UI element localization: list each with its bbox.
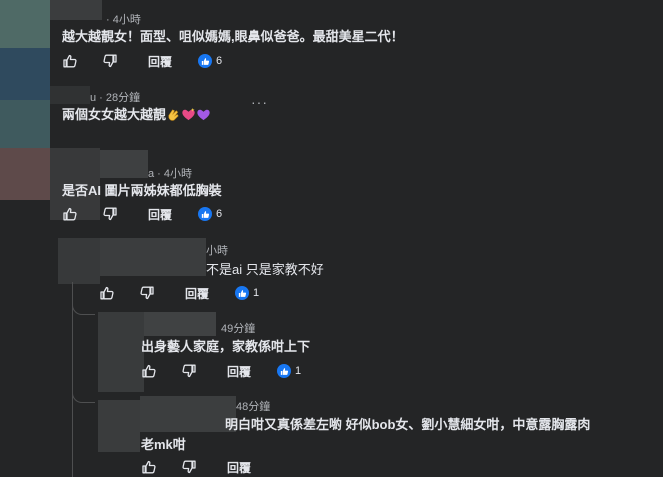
comment-2-author[interactable]: u bbox=[90, 92, 96, 104]
comment-2-time[interactable]: 28分鐘 bbox=[106, 92, 140, 104]
comment-2-meta: u · 28分鐘 bbox=[90, 92, 141, 104]
comment-4-time[interactable]: 小時 bbox=[206, 245, 228, 257]
blurred-name-5 bbox=[144, 312, 216, 336]
like-count[interactable]: 6 bbox=[198, 54, 222, 68]
reply-button[interactable]: 回覆 bbox=[227, 459, 251, 476]
comment-5-text: 出身藝人家庭，家教係咁上下 bbox=[141, 339, 311, 354]
thread-curve-2 bbox=[72, 386, 95, 403]
thumbs-up-icon[interactable] bbox=[62, 206, 78, 222]
comment-2-text-body: 兩個女女越大越靚 bbox=[62, 107, 167, 122]
comment-5-actions: 回覆 1 bbox=[141, 362, 301, 380]
reply-button[interactable]: 回覆 bbox=[148, 53, 172, 70]
like-count[interactable]: 6 bbox=[198, 207, 222, 221]
like-reaction-icon bbox=[198, 54, 213, 68]
like-count[interactable]: 1 bbox=[235, 286, 259, 300]
comment-4-text: 不是ai 只是家教不好 bbox=[206, 262, 324, 277]
thumbs-down-icon[interactable] bbox=[139, 285, 155, 301]
thumbs-up-icon[interactable] bbox=[141, 363, 157, 379]
comment-5-meta: 49分鐘 bbox=[221, 320, 255, 336]
like-count[interactable]: 1 bbox=[277, 364, 301, 378]
comment-3-meta: a · 4小時 bbox=[148, 168, 193, 180]
thumbs-up-icon[interactable] bbox=[141, 459, 157, 475]
reply-button[interactable]: 回覆 bbox=[185, 285, 209, 302]
clapping-hands-icon bbox=[166, 107, 181, 125]
comment-6-meta: 48分鐘 bbox=[236, 398, 270, 414]
reply-button[interactable]: 回覆 bbox=[227, 363, 251, 380]
comment-4-actions: 回覆 1 bbox=[99, 284, 259, 302]
like-count-value: 6 bbox=[216, 208, 223, 220]
comment-6-actions: 回覆 bbox=[141, 458, 251, 476]
comment-6-text-line2: 老mk咁 bbox=[141, 437, 186, 452]
like-count-value: 1 bbox=[253, 287, 260, 299]
thread-curve-1 bbox=[72, 300, 95, 315]
like-reaction-icon bbox=[198, 207, 213, 221]
like-count-value: 6 bbox=[216, 55, 223, 67]
comment-3-text: 是否AI 圖片兩姊妹都低胸裝 bbox=[62, 183, 222, 198]
comment-6-time[interactable]: 48分鐘 bbox=[236, 401, 270, 413]
comment-4-meta: 小時 bbox=[206, 242, 228, 258]
blurred-name-2 bbox=[50, 86, 90, 104]
reply-button[interactable]: 回覆 bbox=[148, 206, 172, 223]
blurred-avatar-7 bbox=[98, 312, 144, 392]
like-reaction-icon bbox=[277, 364, 292, 378]
purple-heart-icon bbox=[196, 107, 211, 125]
blurred-avatar-3 bbox=[0, 100, 50, 148]
blurred-name-4 bbox=[100, 238, 206, 276]
comment-1-meta: · 4小時 bbox=[106, 14, 141, 26]
blurred-name-3 bbox=[100, 150, 148, 178]
comment-2-text: 兩個女女越大越靚 bbox=[62, 104, 211, 125]
comment-1-actions: 回覆 6 bbox=[62, 52, 222, 70]
comment-1-time[interactable]: 4小時 bbox=[113, 14, 141, 26]
comment-1-text: 越大越靚女！面型、咀似媽媽,眼鼻似爸爸。最甜美星二代！ bbox=[62, 29, 404, 44]
thumbs-down-icon[interactable] bbox=[102, 206, 118, 222]
blurred-avatar-1 bbox=[0, 0, 50, 48]
blurred-name-1 bbox=[50, 0, 102, 20]
comment-3-author[interactable]: a bbox=[148, 168, 154, 180]
comment-5-time[interactable]: 49分鐘 bbox=[221, 323, 255, 335]
blurred-avatar-8 bbox=[98, 400, 140, 452]
thread-line-main bbox=[72, 282, 73, 477]
thumbs-up-icon[interactable] bbox=[62, 53, 78, 69]
sparkling-heart-icon bbox=[181, 107, 196, 125]
like-count-value: 1 bbox=[295, 365, 302, 377]
thumbs-up-icon[interactable] bbox=[99, 285, 115, 301]
comment-3-actions: 回覆 6 bbox=[62, 205, 222, 223]
comment-6-text-line1: 明白咁又真係差左喲 好似bob女、劉小慧細女咁，中意露胸露肉 bbox=[225, 417, 591, 432]
like-reaction-icon bbox=[235, 286, 250, 300]
thumbs-down-icon[interactable] bbox=[181, 459, 197, 475]
blurred-avatar-6 bbox=[58, 238, 100, 284]
more-options-icon[interactable]: ··· bbox=[251, 94, 268, 110]
thumbs-down-icon[interactable] bbox=[102, 53, 118, 69]
blurred-name-6 bbox=[140, 396, 236, 432]
thumbs-down-icon[interactable] bbox=[181, 363, 197, 379]
blurred-avatar-4 bbox=[0, 148, 50, 200]
comment-3-time[interactable]: 4小時 bbox=[164, 168, 192, 180]
blurred-avatar-2 bbox=[0, 48, 50, 100]
